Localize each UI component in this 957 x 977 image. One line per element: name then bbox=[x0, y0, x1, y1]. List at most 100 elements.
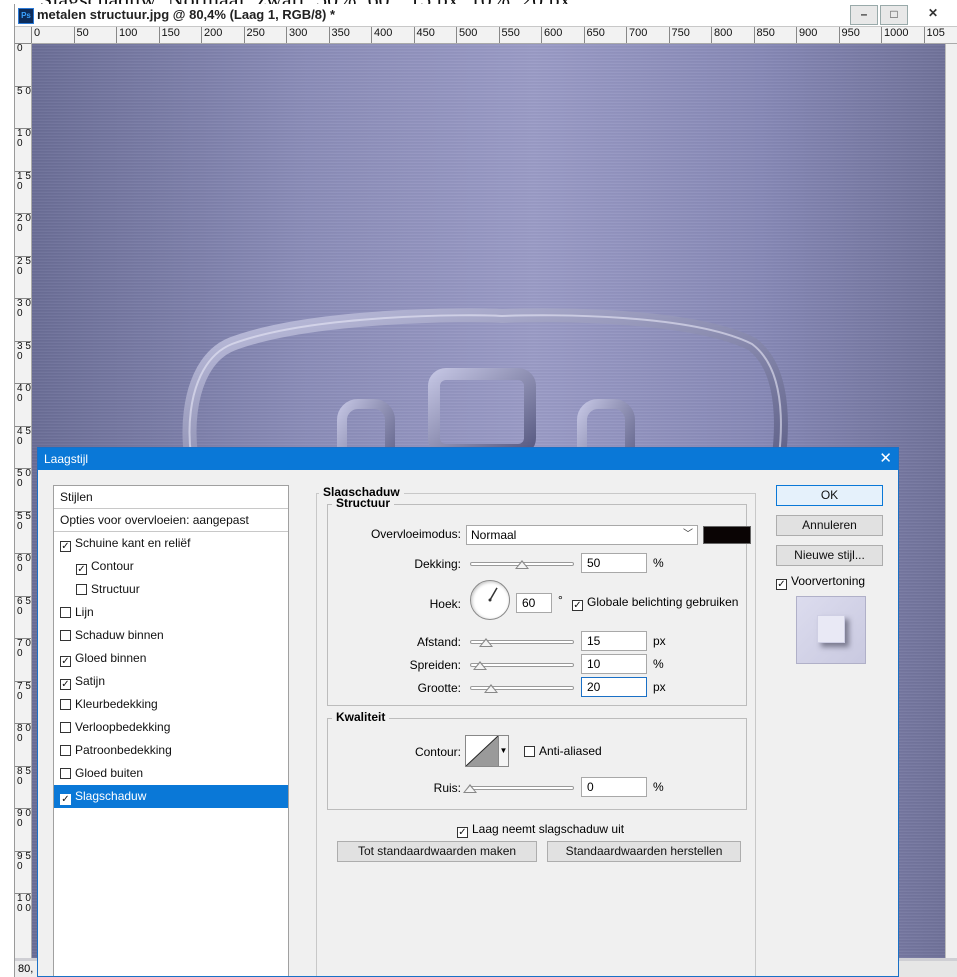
cancel-button[interactable]: Annuleren bbox=[776, 515, 883, 536]
style-item-satijn[interactable]: ✓ Satijn bbox=[54, 670, 288, 693]
style-item-gloed-buiten[interactable]: Gloed buiten bbox=[54, 762, 288, 785]
blend-mode-select[interactable]: Normaal ﹀ bbox=[466, 525, 698, 545]
style-item-lijn[interactable]: Lijn bbox=[54, 601, 288, 624]
spread-input[interactable]: 10 bbox=[581, 654, 647, 674]
global-light-checkbox[interactable]: ✓ Globale belichting gebruiken bbox=[572, 595, 738, 611]
checkbox-icon[interactable] bbox=[60, 722, 71, 733]
size-label: Grootte: bbox=[417, 681, 461, 695]
ruler-top-tick: 500 bbox=[456, 27, 477, 43]
ruler-left-tick: 4 0 0 bbox=[15, 383, 31, 404]
quality-group-title: Kwaliteit bbox=[332, 710, 390, 724]
checkbox-icon[interactable]: ✓ bbox=[76, 564, 87, 575]
spread-slider-handle[interactable] bbox=[473, 661, 488, 670]
ruler-left-tick: 8 5 0 bbox=[15, 765, 31, 787]
preview-checkbox[interactable]: ✓ Voorvertoning bbox=[776, 574, 865, 590]
distance-unit: px bbox=[653, 634, 666, 648]
maximize-button[interactable]: □ bbox=[880, 5, 908, 25]
style-item-label: Patroonbedekking bbox=[75, 743, 172, 757]
document-titlebar[interactable]: Ps metalen structuur.jpg @ 80,4% (Laag 1… bbox=[15, 4, 957, 27]
noise-input[interactable]: 0 bbox=[581, 777, 647, 797]
style-item-label: Stijlen bbox=[60, 490, 93, 504]
ruler-left-tick: 1 0 0 0 bbox=[15, 893, 31, 914]
knockout-checkbox[interactable]: ✓ Laag neemt slagschaduw uit bbox=[457, 822, 624, 838]
dialog-titlebar[interactable]: Laagstijl ✕ bbox=[38, 448, 898, 470]
ruler-left-tick: 3 5 0 bbox=[15, 340, 31, 362]
size-input[interactable]: 20 bbox=[581, 677, 647, 697]
checkbox-icon[interactable] bbox=[60, 768, 71, 779]
angle-input[interactable]: 60 bbox=[516, 593, 552, 613]
style-item-opties-voor-overvloeien-aangepast[interactable]: Opties voor overvloeien: aangepast bbox=[54, 509, 288, 532]
spread-label: Spreiden: bbox=[409, 658, 461, 672]
style-item-schuine-kant-en-reli-f[interactable]: ✓ Schuine kant en reliëf bbox=[54, 532, 288, 555]
contour-picker[interactable] bbox=[465, 735, 499, 767]
ruler-corner[interactable] bbox=[15, 27, 32, 44]
ruler-top-tick: 200 bbox=[201, 27, 222, 43]
opacity-input[interactable]: 50 bbox=[581, 553, 647, 573]
checkbox-icon[interactable] bbox=[60, 630, 71, 641]
noise-slider-handle[interactable] bbox=[463, 784, 477, 793]
style-item-structuur[interactable]: Structuur bbox=[54, 578, 288, 601]
minimize-button[interactable]: – bbox=[850, 5, 878, 25]
angle-dial[interactable] bbox=[470, 580, 510, 620]
ruler-top-tick: 150 bbox=[158, 27, 180, 43]
dialog-close-icon[interactable]: ✕ bbox=[879, 450, 892, 468]
ruler-top-tick: 700 bbox=[626, 27, 647, 43]
opacity-unit: % bbox=[653, 556, 664, 570]
checkbox-icon[interactable]: ✓ bbox=[60, 541, 71, 552]
distance-input[interactable]: 15 bbox=[581, 631, 647, 651]
ruler-left-tick: 7 5 0 bbox=[15, 680, 31, 702]
ruler-left-tick: 7 0 0 bbox=[15, 638, 31, 659]
style-item-kleurbedekking[interactable]: Kleurbedekking bbox=[54, 693, 288, 716]
dialog-title: Laagstijl bbox=[44, 452, 89, 466]
style-item-label: Lijn bbox=[75, 605, 94, 619]
new-style-button[interactable]: Nieuwe stijl... bbox=[776, 545, 883, 566]
ruler-left-tick: 5 0 0 bbox=[15, 468, 31, 489]
drop-shadow-panel: Slagschaduw Structuur Overvloeimodus: No… bbox=[316, 485, 756, 976]
anti-aliased-checkbox[interactable]: Anti-aliased bbox=[524, 744, 602, 758]
size-slider-handle[interactable] bbox=[483, 684, 498, 693]
ruler-left-tick: 1 0 0 bbox=[15, 128, 31, 149]
style-item-gloed-binnen[interactable]: ✓ Gloed binnen bbox=[54, 647, 288, 670]
style-item-label: Satijn bbox=[75, 674, 106, 688]
checkbox-icon[interactable]: ✓ bbox=[60, 794, 71, 805]
contour-dropdown-arrow[interactable]: ▼ bbox=[499, 735, 509, 767]
horizontal-scrollbar[interactable] bbox=[895, 961, 957, 977]
ruler-top-tick: 105 bbox=[923, 27, 945, 43]
make-default-button[interactable]: Tot standaardwaarden maken bbox=[337, 841, 537, 862]
ok-button[interactable]: OK bbox=[776, 485, 883, 506]
checkbox-icon[interactable] bbox=[60, 607, 71, 618]
style-item-label: Schuine kant en reliëf bbox=[75, 536, 191, 550]
checkbox-icon[interactable] bbox=[76, 584, 87, 595]
ruler-left-tick: 6 0 0 bbox=[15, 553, 31, 574]
ruler-top-tick: 600 bbox=[541, 27, 562, 43]
style-item-stijlen[interactable]: Stijlen bbox=[54, 486, 288, 509]
noise-slider[interactable] bbox=[470, 786, 574, 790]
anti-aliased-label: Anti-aliased bbox=[539, 744, 602, 758]
style-item-slagschaduw[interactable]: ✓ Slagschaduw bbox=[54, 785, 288, 808]
style-item-schaduw-binnen[interactable]: Schaduw binnen bbox=[54, 624, 288, 647]
close-window-button[interactable]: ✕ bbox=[920, 5, 946, 23]
style-item-verloopbedekking[interactable]: Verloopbedekking bbox=[54, 716, 288, 739]
opacity-slider-handle[interactable] bbox=[515, 560, 529, 569]
checkbox-icon[interactable]: ✓ bbox=[60, 656, 71, 667]
checkbox-icon[interactable] bbox=[60, 745, 71, 756]
checkbox-icon[interactable]: ✓ bbox=[60, 679, 71, 690]
ruler-top-tick: 300 bbox=[286, 27, 307, 43]
distance-slider-handle[interactable] bbox=[478, 638, 493, 647]
style-item-label: Structuur bbox=[91, 582, 140, 596]
horizontal-ruler[interactable]: 0 50 100 150 200 250 300 350 400 450 500 550 600 650 7… bbox=[31, 27, 957, 44]
ruler-top-tick: 450 bbox=[413, 27, 435, 43]
shadow-color-swatch[interactable] bbox=[703, 526, 751, 544]
reset-default-button[interactable]: Standaardwaarden herstellen bbox=[547, 841, 741, 862]
style-item-label: Gloed buiten bbox=[75, 766, 144, 780]
style-item-contour[interactable]: ✓ Contour bbox=[54, 555, 288, 578]
checkbox-icon[interactable] bbox=[60, 699, 71, 710]
vertical-ruler[interactable]: 0 5 0 1 0 0 1 5 0 2 0 0 2 5 0 3 0 0 3 5 0 4 0 0 4… bbox=[15, 43, 32, 958]
document-title: metalen structuur.jpg @ 80,4% (Laag 1, R… bbox=[37, 7, 336, 22]
style-item-patroonbedekking[interactable]: Patroonbedekking bbox=[54, 739, 288, 762]
style-item-label: Kleurbedekking bbox=[75, 697, 158, 711]
ruler-top-tick: 950 bbox=[838, 27, 860, 43]
vertical-scrollbar[interactable] bbox=[945, 44, 957, 958]
style-item-label: Contour bbox=[91, 559, 134, 573]
ruler-top-tick: 100 bbox=[116, 27, 137, 43]
